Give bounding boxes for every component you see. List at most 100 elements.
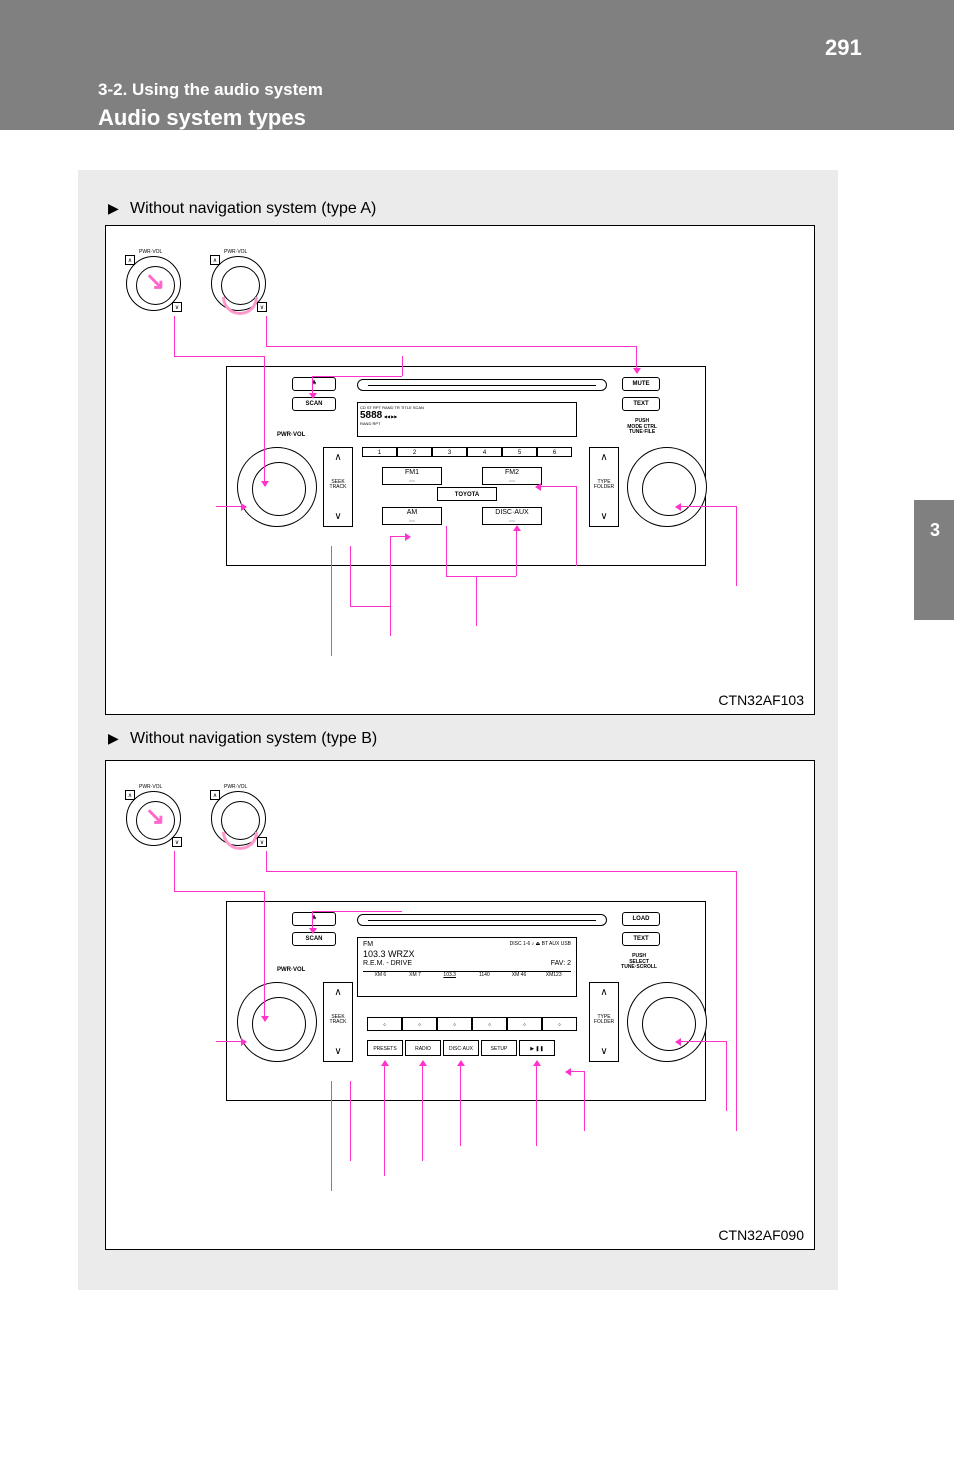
- callout-line: [402, 356, 403, 376]
- fm1-button[interactable]: FM1::::::: [382, 467, 442, 485]
- chevron-up-icon: ∧: [324, 452, 352, 463]
- preset-2[interactable]: 2: [397, 447, 432, 457]
- type-folder-rocker[interactable]: ∧ TYPEFOLDER ∨: [589, 447, 619, 527]
- text-button[interactable]: TEXT: [622, 397, 660, 411]
- preset-dot-6[interactable]: ◦: [542, 1017, 577, 1031]
- radio-unit-b: ≜ SCAN LOAD TEXT PWR·VOL PUSH SELECT TUN…: [226, 901, 706, 1111]
- callout-line: [350, 546, 351, 606]
- bullet-icon: ▶: [108, 200, 119, 217]
- seek-track-rocker[interactable]: ∧ SEEKTRACK ∨: [323, 447, 353, 527]
- preset-5[interactable]: 5: [502, 447, 537, 457]
- mini-knob-icons: PWR·VOL ∧ ∨ ↘ PWR·VOL ∧ ∨: [126, 791, 266, 846]
- preset-dot-3[interactable]: ◦: [437, 1017, 472, 1031]
- callout-line: [266, 346, 636, 347]
- chevron-up-icon: ∧: [324, 987, 352, 998]
- callout-line: [350, 1081, 351, 1161]
- presets-button[interactable]: PRESETS: [367, 1040, 403, 1056]
- seek-track-rocker[interactable]: ∧ SEEKTRACK ∨: [323, 982, 353, 1062]
- mini-knob-press-icon: PWR·VOL ∧ ∨ ↘: [126, 791, 181, 846]
- bullet-icon: ▶: [108, 730, 119, 747]
- text-button[interactable]: TEXT: [622, 932, 660, 946]
- pwr-vol-label: PWR·VOL: [277, 432, 305, 438]
- eject-button[interactable]: ≜: [292, 377, 336, 391]
- fm2-button[interactable]: FM2::::::: [482, 467, 542, 485]
- pwr-vol-label: PWR·VOL: [277, 967, 305, 973]
- preset-6[interactable]: 6: [537, 447, 572, 457]
- setup-button[interactable]: SETUP: [481, 1040, 517, 1056]
- callout-line: [264, 891, 265, 1021]
- chevron-up-icon: ∧: [590, 987, 618, 998]
- tune-file-knob[interactable]: [627, 447, 707, 527]
- scan-button[interactable]: SCAN: [292, 932, 336, 946]
- play-pause-button[interactable]: ▶ ❚❚: [519, 1040, 555, 1056]
- load-button[interactable]: LOAD: [622, 912, 660, 926]
- callout-line: [384, 1061, 385, 1176]
- callout-line: [331, 546, 332, 656]
- figure-code-b: CTN32AF090: [718, 1227, 804, 1243]
- toyota-badge: TOYOTA: [437, 487, 497, 501]
- chevron-down-icon: ∨: [324, 511, 352, 522]
- turn-arrow-icon: [222, 297, 258, 315]
- callout-line: [174, 891, 264, 892]
- preset-4[interactable]: 4: [467, 447, 502, 457]
- callout-line: [584, 1071, 585, 1131]
- callout-line: [266, 871, 736, 872]
- pwr-vol-knob[interactable]: [237, 982, 317, 1062]
- type-folder-rocker[interactable]: ∧ TYPEFOLDER ∨: [589, 982, 619, 1062]
- radio-faceplate: ≜ SCAN MUTE TEXT PWR·VOL PUSH MODE CTRL …: [226, 366, 706, 566]
- callout-line: [266, 851, 267, 871]
- preset-3[interactable]: 3: [432, 447, 467, 457]
- mini-knob-turn-icon: PWR·VOL ∧ ∨: [211, 256, 266, 311]
- eject-button[interactable]: ≜: [292, 912, 336, 926]
- preset-dot-1[interactable]: ◦: [367, 1017, 402, 1031]
- side-tab-text: Interior features: [930, 640, 944, 731]
- callout-line: [390, 536, 391, 636]
- callout-line: [576, 486, 577, 566]
- callout-line: [446, 576, 516, 577]
- section-title: Audio system types: [98, 105, 306, 131]
- preset-dot-2[interactable]: ◦: [402, 1017, 437, 1031]
- disc-aux-button[interactable]: DISC·AUX: [443, 1040, 479, 1056]
- callout-line: [422, 1061, 423, 1161]
- callout-line: [312, 911, 402, 912]
- bottom-button-row: PRESETS RADIO DISC·AUX SETUP ▶ ❚❚: [367, 1040, 555, 1056]
- scan-button[interactable]: SCAN: [292, 397, 336, 411]
- side-tab-number: 3: [930, 520, 940, 541]
- callout-line: [736, 871, 737, 1131]
- preset-dot-5[interactable]: ◦: [507, 1017, 542, 1031]
- chevron-up-icon: ∧: [590, 452, 618, 463]
- side-tab: [914, 500, 954, 620]
- cd-slot: [357, 379, 607, 391]
- callout-line: [216, 506, 246, 507]
- tune-file-label: PUSH MODE CTRL TUNE·FILE: [627, 419, 657, 436]
- preset-1[interactable]: 1: [362, 447, 397, 457]
- tune-scroll-knob[interactable]: [627, 982, 707, 1062]
- chapter-label: 3-2. Using the audio system: [98, 80, 323, 100]
- callout-line: [726, 1041, 727, 1111]
- pwr-vol-knob[interactable]: [237, 447, 317, 527]
- mini-knob-icons: PWR·VOL ∧ ∨ ↘ PWR·VOL ∧ ∨: [126, 256, 266, 311]
- chevron-down-icon: ∨: [590, 511, 618, 522]
- radio-button[interactable]: RADIO: [405, 1040, 441, 1056]
- press-arrow-icon: ↘: [145, 267, 165, 296]
- callout-line: [264, 356, 265, 486]
- figure-type-a: CTN32AF103 PWR·VOL ∧ ∨ ↘ PWR·VOL ∧ ∨ ≜ S…: [105, 225, 815, 715]
- preset-dot-4[interactable]: ◦: [472, 1017, 507, 1031]
- caption-type-b: Without navigation system (type B): [130, 730, 377, 748]
- disc-aux-button[interactable]: DISC·AUX::::::: [482, 507, 542, 525]
- mute-button[interactable]: MUTE: [622, 377, 660, 391]
- callout-line: [174, 851, 175, 891]
- am-button[interactable]: AM::::::: [382, 507, 442, 525]
- callout-line: [312, 376, 402, 377]
- callout-line: [476, 576, 477, 626]
- callout-line: [676, 506, 736, 507]
- lcd-display-a: CD ST RPT RAND TR TITLE SCAN 5888 ◀◀ ▶▶ …: [357, 402, 577, 437]
- callout-line: [460, 1061, 461, 1146]
- callout-line: [536, 486, 576, 487]
- callout-line: [266, 316, 267, 346]
- callout-line: [174, 356, 264, 357]
- radio-unit-a: ≜ SCAN MUTE TEXT PWR·VOL PUSH MODE CTRL …: [226, 366, 706, 576]
- chevron-down-icon: ∨: [324, 1046, 352, 1057]
- callout-line: [636, 346, 637, 373]
- mini-knob-turn-icon: PWR·VOL ∧ ∨: [211, 791, 266, 846]
